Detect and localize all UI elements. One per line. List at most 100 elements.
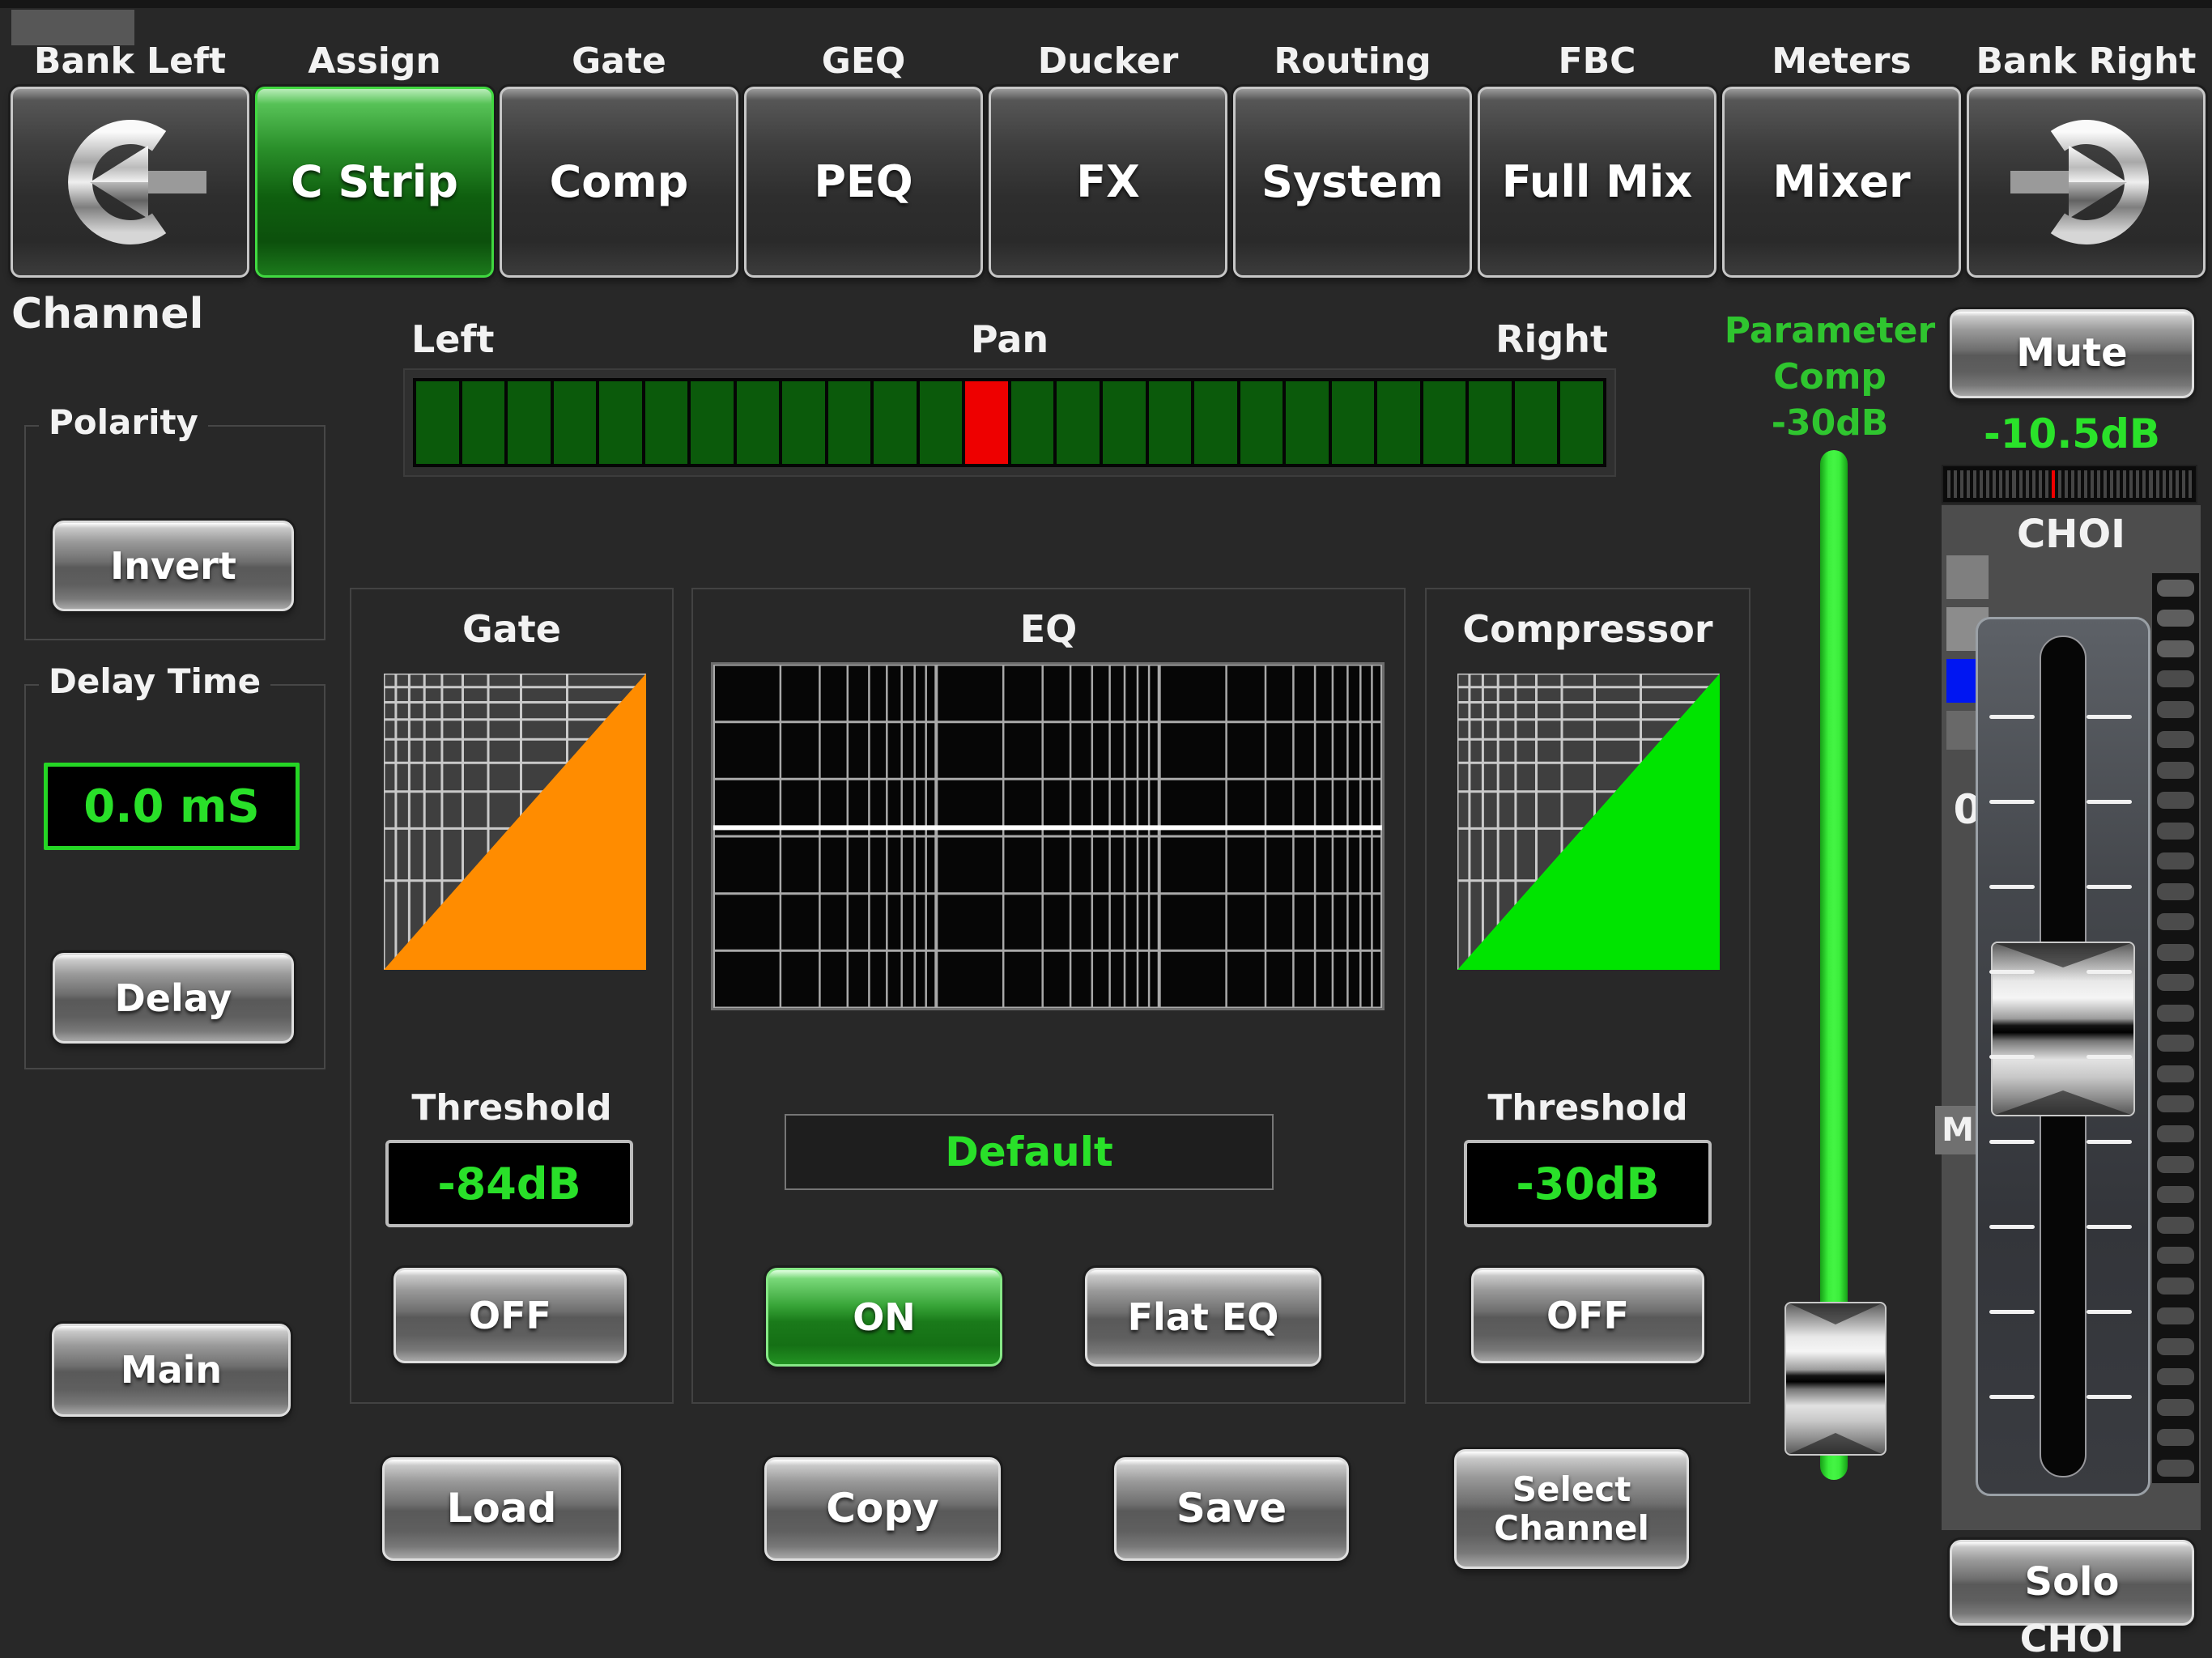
parameter-label-line3: -30dB [1716,400,1943,446]
compressor-threshold-display[interactable]: -30dB [1464,1140,1712,1227]
scale-tick [2169,470,2172,498]
led-segment [2157,1156,2194,1173]
scale-tick [2071,470,2074,498]
fader-scale-tick [1989,1225,2035,1229]
nav-label-bank-right: Bank Right [1967,40,2206,82]
nav-label-gate: Gate [500,40,738,82]
main-button[interactable]: Main [52,1324,291,1417]
fader-scale-tick [2087,1395,2132,1399]
parameter-label-line1: Parameter [1716,308,1943,354]
fader-knob[interactable] [1991,942,2135,1116]
fader-scale-tick [2087,885,2132,889]
solo-button[interactable]: Solo [1950,1540,2194,1626]
led-segment [2157,1368,2194,1385]
pan-meter-track [413,378,1606,467]
tab-mixer[interactable]: Mixer [1722,87,1961,278]
compressor-state-button[interactable]: OFF [1471,1268,1704,1363]
eq-on-button[interactable]: ON [766,1268,1002,1367]
pan-segment [1194,381,1237,464]
tab-full-mix[interactable]: Full Mix [1478,87,1716,278]
pan-segment [462,381,505,464]
led-segment [2157,701,2194,718]
scale-tick [2110,470,2113,498]
flat-eq-button[interactable]: Flat EQ [1085,1268,1321,1367]
nav-cell-fbc: FBC Full Mix [1478,0,1716,283]
led-segment [2157,1065,2194,1082]
gate-state-button[interactable]: OFF [393,1268,627,1363]
scale-tick [1954,470,1957,498]
nav-cell-bank-left: Bank Left [11,0,249,283]
tab-system[interactable]: System [1233,87,1472,278]
scale-tick [2032,470,2035,498]
nav-label-assign: Assign [255,40,494,82]
mute-mark: M [1935,1106,1980,1154]
invert-button[interactable]: Invert [53,521,294,611]
mute-button[interactable]: Mute [1950,309,2194,398]
scale-tick [2084,470,2087,498]
led-segment [2157,762,2194,779]
scale-tick [2058,470,2061,498]
polarity-group: Polarity Invert [24,425,325,640]
fader-scale-tick [2087,715,2132,719]
tab-peq[interactable]: PEQ [744,87,983,278]
gate-threshold-label: Threshold [351,1087,672,1129]
parameter-label-line2: Comp [1716,354,1943,400]
scale-tick [2116,470,2120,498]
select-channel-button[interactable]: Select Channel [1454,1449,1689,1569]
pan-segment [1011,381,1054,464]
gate-threshold-display[interactable]: -84dB [385,1140,633,1227]
led-segment [2157,1035,2194,1052]
eq-section: EQ Default ON Flat EQ [691,588,1406,1404]
bank-right-icon [2006,101,2167,263]
led-segment [2157,792,2194,809]
fader-scale-tick [2087,1225,2132,1229]
fader-scale-tick [1989,1395,2035,1399]
tab-c-strip[interactable]: C Strip [255,87,494,278]
delay-time-display[interactable]: 0.0 mS [44,763,300,850]
led-segment [2157,1460,2194,1477]
tab-comp[interactable]: Comp [500,87,738,278]
pan-segment [920,381,963,464]
led-segment [2157,974,2194,991]
nav-label-fbc: FBC [1478,40,1716,82]
fader-scale-tick [2087,1140,2132,1144]
level-marker-tick [2052,470,2055,498]
scale-tick [1973,470,1976,498]
pan-label: Pan [403,317,1616,361]
pan-segment [554,381,597,464]
led-segment [2157,1247,2194,1264]
nav-cell-assign: Assign C Strip [255,0,494,283]
led-segment [2157,1429,2194,1446]
pan-segment [782,381,825,464]
parameter-slider-knob[interactable] [1784,1302,1887,1456]
delay-group-label: Delay Time [39,661,270,701]
pan-segment [1057,381,1100,464]
fader-scale-tick [1989,885,2035,889]
load-button[interactable]: Load [382,1457,621,1561]
pan-segment [645,381,688,464]
copy-button[interactable]: Copy [764,1457,1001,1561]
scale-tick [2182,470,2185,498]
scale-tick [1993,470,1996,498]
fader-scale-tick [1989,1055,2035,1059]
meter-segment [1946,555,1989,599]
pan-segment [1286,381,1329,464]
channel-name: CHOI [1942,513,2201,555]
led-segment [2157,1307,2194,1324]
delay-button[interactable]: Delay [53,953,294,1044]
eq-preset-display[interactable]: Default [785,1114,1274,1190]
bank-right-button[interactable] [1967,87,2206,278]
scale-tick [2078,470,2081,498]
scale-tick [2142,470,2146,498]
fader-scale-tick [1989,1140,2035,1144]
scale-tick [2136,470,2139,498]
pan-segment [1560,381,1603,464]
scale-tick [2156,470,2159,498]
bank-left-button[interactable] [11,87,249,278]
scale-tick [2091,470,2094,498]
scale-tick [2104,470,2107,498]
bank-left-icon [49,101,211,263]
tab-fx[interactable]: FX [989,87,1227,278]
nav-label-ducker: Ducker [989,40,1227,82]
save-button[interactable]: Save [1114,1457,1349,1561]
